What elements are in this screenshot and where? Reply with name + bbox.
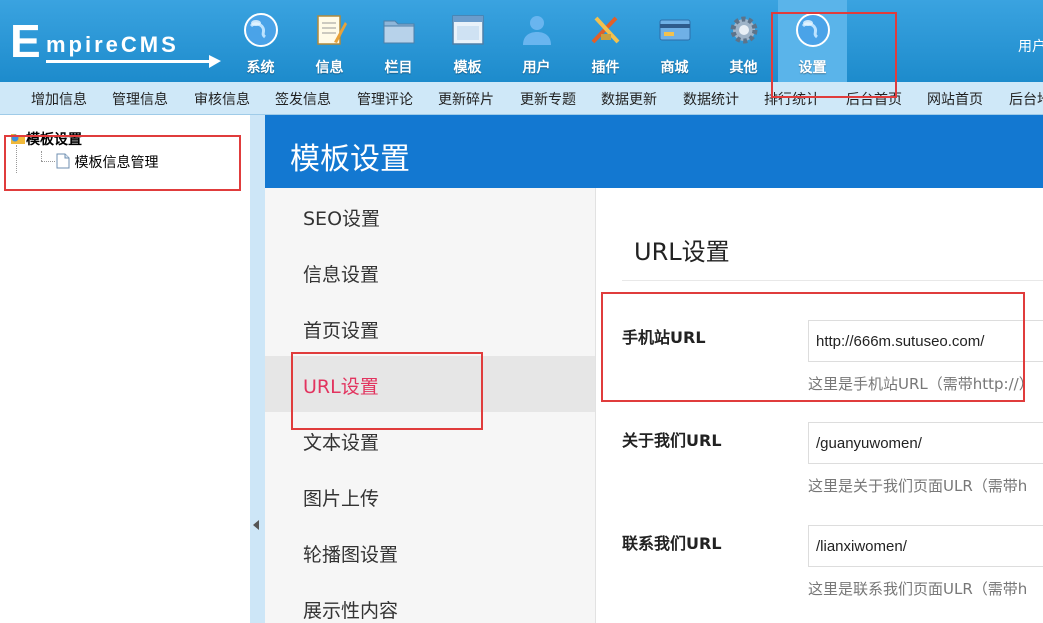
nav-label: 信息 [315, 60, 344, 76]
settings-tabs: SEO设置 信息设置 首页设置 URL设置 文本设置 图片上传 轮播图设置 展示… [265, 188, 596, 623]
logo-arrow [46, 55, 221, 68]
main-panel: 模板设置 SEO设置 信息设置 首页设置 URL设置 文本设置 图片上传 轮播图… [265, 115, 1043, 623]
top-header: E mpireCMS 系统 信息 栏目 模板 用户 插件 商城 其他 设置 用户 [0, 0, 1043, 82]
field-help: 这里是联系我们页面ULR（需带h [808, 580, 1028, 598]
tree-line [41, 151, 42, 161]
tree-root[interactable]: 模板设置 [10, 129, 82, 149]
tree-item-template-info[interactable]: 模板信息管理 [56, 152, 158, 172]
tab-text[interactable]: 文本设置 [265, 412, 595, 468]
tree-root-label: 模板设置 [26, 132, 82, 148]
tab-label: 首页设置 [303, 320, 380, 342]
tree-line [41, 161, 55, 162]
submenu-update-topics[interactable]: 更新专题 [520, 89, 576, 109]
user-icon [523, 16, 551, 45]
nav-label: 系统 [246, 60, 275, 76]
divider [622, 280, 1043, 281]
logo-letter: E [10, 15, 41, 67]
submenu-admin-home[interactable]: 后台首页 [846, 89, 902, 109]
submenu-manage-comments[interactable]: 管理评论 [357, 89, 413, 109]
logo-text: mpireCMS [46, 32, 179, 57]
nav-plugin[interactable]: 插件 [571, 0, 640, 82]
submenu-manage-info[interactable]: 管理信息 [112, 89, 168, 109]
nav-label: 用户 [522, 60, 551, 76]
sub-menu: 增加信息 管理信息 审核信息 签发信息 管理评论 更新碎片 更新专题 数据更新 … [0, 82, 1043, 115]
submenu-sign-info[interactable]: 签发信息 [275, 89, 331, 109]
field-label: 关于我们URL [622, 431, 722, 450]
field-help: 这里是手机站URL（需带http://） [808, 375, 1034, 393]
submenu-add-info[interactable]: 增加信息 [31, 89, 87, 109]
empirecms-logo[interactable]: E mpireCMS [8, 15, 221, 68]
submenu-data-update[interactable]: 数据更新 [601, 89, 657, 109]
tree-line [16, 145, 17, 173]
nav-info[interactable]: 信息 [295, 0, 364, 82]
app-window: E mpireCMS 系统 信息 栏目 模板 用户 插件 商城 其他 设置 用户… [0, 0, 1043, 623]
card-icon [659, 19, 691, 41]
globe-icon [796, 13, 830, 47]
nav-column[interactable]: 栏目 [364, 0, 433, 82]
nav-label: 商城 [660, 60, 689, 76]
nav-user[interactable]: 用户 [502, 0, 571, 82]
tab-info[interactable]: 信息设置 [265, 244, 595, 300]
submenu-rank-stats[interactable]: 排行统计 [764, 89, 820, 109]
contact-url-input[interactable] [808, 525, 1043, 567]
tab-seo[interactable]: SEO设置 [265, 188, 595, 244]
globe-icon [244, 13, 278, 47]
submenu-admin-more[interactable]: 后台地 [1009, 89, 1043, 109]
page-title: 模板设置 [290, 142, 410, 177]
gear-icon [730, 16, 758, 44]
field-label: 联系我们URL [622, 534, 722, 553]
tab-carousel[interactable]: 轮播图设置 [265, 524, 595, 580]
settings-content: URL设置 手机站URL 这里是手机站URL（需带http://） 关于我们UR… [596, 188, 1043, 623]
nav-settings[interactable]: 设置 [778, 0, 847, 82]
tab-label: 展示性内容 [303, 600, 399, 622]
submenu-update-fragments[interactable]: 更新碎片 [438, 89, 494, 109]
nav-label: 插件 [591, 60, 620, 76]
about-url-input[interactable] [808, 422, 1043, 464]
nav-label: 模板 [453, 60, 482, 76]
tab-label: 轮播图设置 [303, 544, 399, 566]
nav-label: 栏目 [384, 60, 413, 76]
nav-label: 其他 [729, 60, 758, 76]
user-label[interactable]: 用户 [1018, 36, 1043, 56]
field-label: 手机站URL [622, 328, 706, 347]
document-icon [56, 153, 70, 169]
nav-label: 设置 [798, 60, 827, 76]
folder-globe-icon [11, 134, 25, 144]
collapse-strip[interactable] [250, 115, 265, 623]
tab-label: 文本设置 [303, 432, 380, 454]
tab-image-upload[interactable]: 图片上传 [265, 468, 595, 524]
folder-icon [383, 20, 415, 44]
left-tree: 模板设置 模板信息管理 [0, 115, 250, 623]
nav-shop[interactable]: 商城 [640, 0, 709, 82]
tab-label: 图片上传 [303, 488, 380, 510]
tab-url[interactable]: URL设置 [265, 356, 595, 412]
notepad-icon [317, 15, 347, 45]
page-title-bar: 模板设置 [265, 115, 1043, 188]
nav-other[interactable]: 其他 [709, 0, 778, 82]
nav-template[interactable]: 模板 [433, 0, 502, 82]
tab-label: URL设置 [303, 376, 379, 398]
tools-icon [591, 16, 620, 44]
tab-homepage[interactable]: 首页设置 [265, 300, 595, 356]
nav-system[interactable]: 系统 [226, 0, 295, 82]
tab-label: SEO设置 [303, 208, 381, 230]
tab-label: 信息设置 [303, 264, 380, 286]
window-icon [452, 15, 484, 45]
field-help: 这里是关于我们页面ULR（需带h [808, 477, 1028, 495]
mobile-url-input[interactable] [808, 320, 1043, 362]
tab-showcase[interactable]: 展示性内容 [265, 580, 595, 623]
submenu-data-stats[interactable]: 数据统计 [683, 89, 739, 109]
submenu-review-info[interactable]: 审核信息 [194, 89, 250, 109]
main-nav: 系统 信息 栏目 模板 用户 插件 商城 其他 设置 [226, 0, 847, 82]
section-title: URL设置 [634, 238, 730, 266]
collapse-left-icon[interactable] [253, 520, 259, 530]
submenu-site-home[interactable]: 网站首页 [927, 89, 983, 109]
tree-item-label: 模板信息管理 [74, 155, 159, 171]
